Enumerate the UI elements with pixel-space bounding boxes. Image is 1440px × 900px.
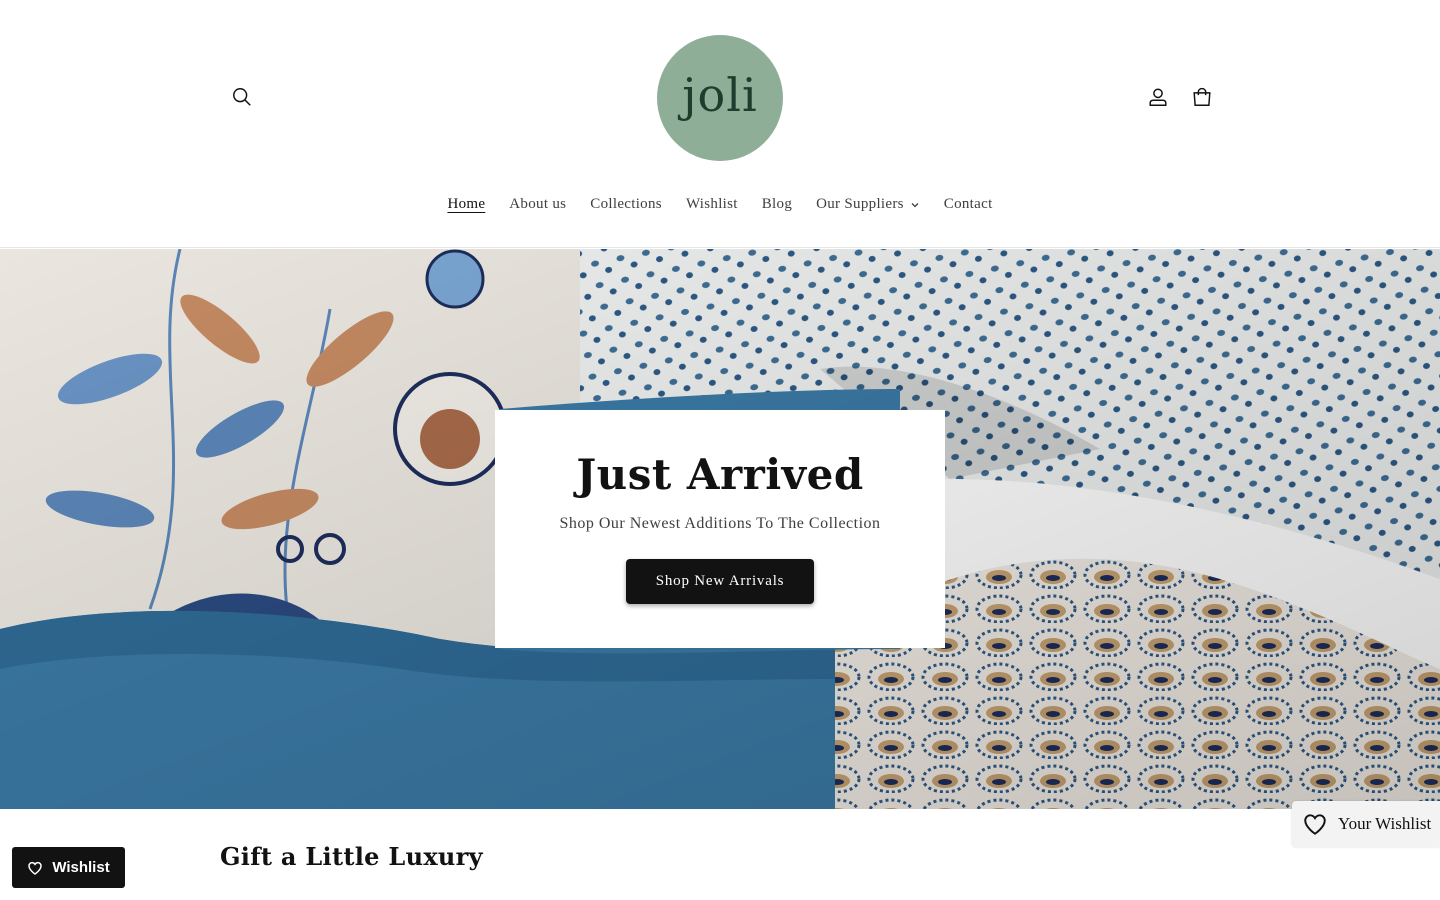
nav-item-our-suppliers-label: Our Suppliers (816, 196, 904, 212)
nav-item-blog[interactable]: Blog (750, 190, 804, 219)
nav-item-collections[interactable]: Collections (578, 190, 674, 219)
main-nav: Home About us Collections Wishlist Blog … (0, 190, 1440, 219)
cart-icon (1193, 87, 1211, 106)
wishlist-floating-label: Wishlist (52, 859, 110, 876)
search-button[interactable] (220, 75, 264, 119)
wishlist-floating-button[interactable]: Wishlist (12, 847, 125, 888)
chevron-down-icon (911, 202, 919, 207)
account-icon (1149, 88, 1167, 106)
nav-item-wishlist[interactable]: Wishlist (674, 190, 750, 219)
heart-icon (28, 861, 43, 875)
site-header: joli Home About us Collections Wishlist … (0, 0, 1440, 248)
account-button[interactable] (1136, 75, 1180, 119)
nav-item-home[interactable]: Home (435, 190, 497, 219)
your-wishlist-tab[interactable]: Your Wishlist (1292, 801, 1440, 847)
nav-item-our-suppliers[interactable]: Our Suppliers (804, 190, 932, 219)
brand-logo[interactable]: joli (657, 35, 783, 161)
cart-button[interactable] (1180, 75, 1224, 119)
shop-new-arrivals-button[interactable]: Shop New Arrivals (625, 559, 815, 604)
hero-card: Just Arrived Shop Our Newest Additions T… (495, 410, 945, 648)
section-title: Gift a Little Luxury (220, 842, 483, 871)
heart-icon (1304, 814, 1326, 835)
nav-item-about-us[interactable]: About us (497, 190, 578, 219)
your-wishlist-label: Your Wishlist (1338, 814, 1432, 833)
logo-text: joli (682, 68, 758, 122)
search-icon (233, 88, 251, 106)
hero-title: Just Arrived (576, 450, 864, 499)
hero-banner: Just Arrived Shop Our Newest Additions T… (0, 249, 1440, 809)
hero-subtitle: Shop Our Newest Additions To The Collect… (559, 515, 881, 532)
nav-item-contact[interactable]: Contact (932, 190, 1005, 219)
